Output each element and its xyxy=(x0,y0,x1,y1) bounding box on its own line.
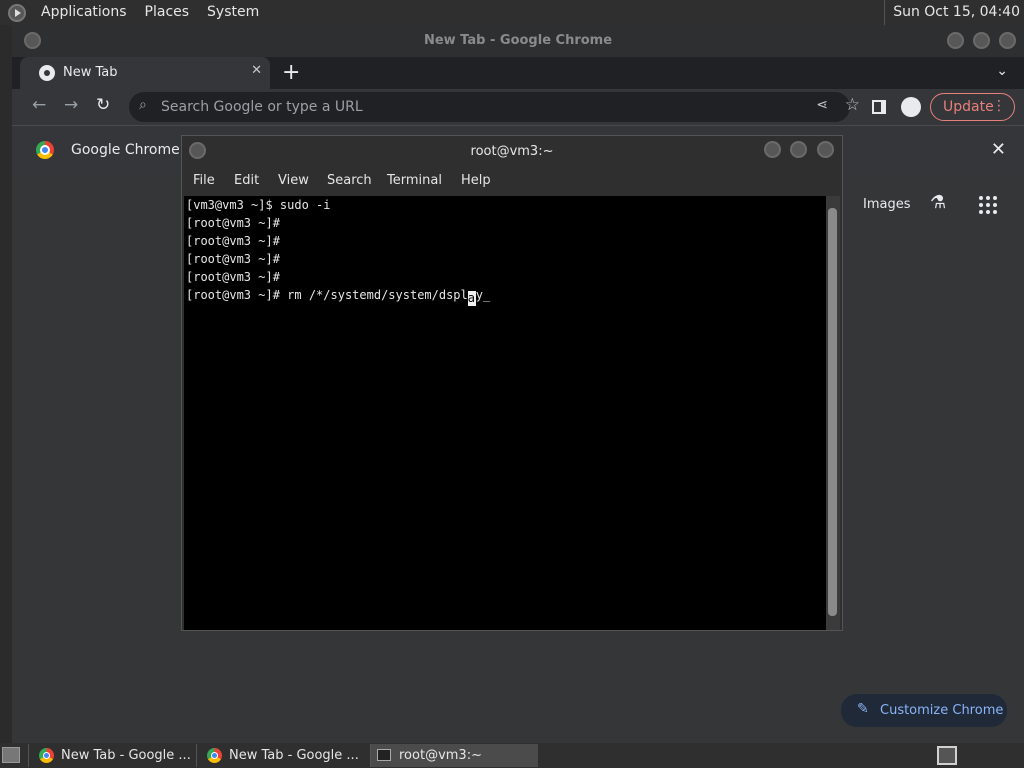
chrome-toolbar: ← → ↻ ⌕ Search Google or type a URL ⋖ ☆ … xyxy=(12,89,1024,125)
customize-chrome-button[interactable]: ✎ Customize Chrome xyxy=(841,694,1007,727)
terminal-close-button[interactable] xyxy=(817,141,834,158)
bookmark-star-icon[interactable]: ☆ xyxy=(845,95,860,115)
terminal-line: [root@vm3 ~]# xyxy=(186,252,280,266)
menu-system[interactable]: System xyxy=(198,0,268,25)
menu-applications[interactable]: Applications xyxy=(32,0,136,25)
terminal-command-tail: y_ xyxy=(475,288,491,302)
taskbar-item-label: root@vm3:~ xyxy=(399,748,482,763)
chrome-window-title: New Tab - Google Chrome xyxy=(423,33,613,48)
terminal-minimize-button[interactable] xyxy=(764,141,781,158)
terminal-output[interactable]: [vm3@vm3 ~]$ sudo -i [root@vm3 ~]# [root… xyxy=(184,196,826,630)
system-logo-icon[interactable] xyxy=(8,3,26,22)
close-window-button[interactable] xyxy=(999,32,1016,49)
terminal-title: root@vm3:~ xyxy=(470,144,554,159)
search-icon: ⌕ xyxy=(139,97,147,113)
terminal-scrollbar[interactable] xyxy=(826,196,840,630)
terminal-scroll-thumb[interactable] xyxy=(828,208,837,616)
taskbar-item-chrome-1[interactable]: New Tab - Google ... xyxy=(28,744,194,767)
chrome-favicon-icon xyxy=(39,65,55,81)
terminal-menu-file[interactable]: File xyxy=(193,173,215,188)
top-panel: Applications Places System Sun Oct 15, 0… xyxy=(0,0,1024,25)
terminal-menu-view[interactable]: View xyxy=(278,173,309,188)
omnibox[interactable]: ⌕ Search Google or type a URL ⋖ ☆ xyxy=(129,92,860,122)
terminal-line: [root@vm3 ~]# xyxy=(186,270,280,284)
terminal-current-line: [root@vm3 ~]# rm /*/systemd/system/dspla… xyxy=(186,288,490,306)
terminal-icon xyxy=(377,749,391,761)
profile-avatar-icon[interactable] xyxy=(901,97,921,117)
terminal-menu-search[interactable]: Search xyxy=(327,173,372,188)
chrome-logo-icon xyxy=(36,141,54,159)
images-link[interactable]: Images xyxy=(863,197,911,212)
terminal-line: [root@vm3 ~]# xyxy=(186,234,280,248)
minimize-button[interactable] xyxy=(947,32,964,49)
chrome-titlebar[interactable]: New Tab - Google Chrome xyxy=(12,25,1024,57)
left-panel-strip xyxy=(0,25,12,743)
share-icon[interactable]: ⋖ xyxy=(816,97,828,113)
taskbar-item-chrome-2[interactable]: New Tab - Google ... xyxy=(196,744,362,767)
tab-search-chevron-icon[interactable]: ⌄ xyxy=(996,63,1008,79)
labs-flask-icon[interactable]: ⚗ xyxy=(930,192,946,213)
chrome-menu-icon[interactable]: ⋮ xyxy=(992,98,1006,114)
terminal-line: [vm3@vm3 ~]$ sudo -i xyxy=(186,198,331,212)
terminal-maximize-button[interactable] xyxy=(790,141,807,158)
workspace-switcher[interactable] xyxy=(937,746,957,765)
tab-strip: New Tab ✕ + ⌄ xyxy=(12,57,1024,89)
terminal-cursor: a xyxy=(467,291,476,306)
update-label: Update xyxy=(943,99,994,115)
maximize-button[interactable] xyxy=(973,32,990,49)
taskbar-item-terminal[interactable]: root@vm3:~ xyxy=(370,744,538,767)
forward-button[interactable]: → xyxy=(64,95,78,115)
tab-new-tab[interactable]: New Tab ✕ xyxy=(20,57,270,89)
chrome-icon xyxy=(207,748,222,763)
terminal-menu-terminal[interactable]: Terminal xyxy=(387,173,442,188)
terminal-menubar: File Edit View Search Terminal Help xyxy=(182,167,842,195)
infobar-text: Google Chrome is xyxy=(71,142,196,158)
terminal-menu-help[interactable]: Help xyxy=(461,173,491,188)
omnibox-placeholder[interactable]: Search Google or type a URL xyxy=(161,99,363,115)
terminal-command-text: [root@vm3 ~]# rm /*/systemd/system/dspl xyxy=(186,288,468,302)
chrome-icon xyxy=(39,748,54,763)
tab-title: New Tab xyxy=(63,65,118,80)
google-apps-icon[interactable] xyxy=(979,196,997,214)
side-panel-icon[interactable] xyxy=(872,100,886,114)
taskbar-item-label: New Tab - Google ... xyxy=(61,748,191,763)
terminal-titlebar[interactable]: root@vm3:~ xyxy=(182,136,842,167)
bottom-taskbar: New Tab - Google ... New Tab - Google ..… xyxy=(0,743,1024,768)
terminal-menu-edit[interactable]: Edit xyxy=(234,173,259,188)
pencil-icon: ✎ xyxy=(857,701,869,717)
terminal-window: root@vm3:~ File Edit View Search Termina… xyxy=(182,136,842,630)
show-desktop-icon[interactable] xyxy=(2,747,20,763)
new-tab-button[interactable]: + xyxy=(282,60,300,85)
menu-places[interactable]: Places xyxy=(136,0,199,25)
clock[interactable]: Sun Oct 15, 04:40 xyxy=(884,0,1020,25)
terminal-line: [root@vm3 ~]# xyxy=(186,216,280,230)
update-button[interactable]: Update ⋮ xyxy=(930,93,1015,121)
customize-chrome-label: Customize Chrome xyxy=(880,703,1004,718)
back-button[interactable]: ← xyxy=(32,95,46,115)
taskbar-item-label: New Tab - Google ... xyxy=(229,748,359,763)
tab-close-icon[interactable]: ✕ xyxy=(251,63,262,78)
reload-button[interactable]: ↻ xyxy=(96,95,110,115)
infobar-close-icon[interactable]: ✕ xyxy=(991,139,1006,160)
